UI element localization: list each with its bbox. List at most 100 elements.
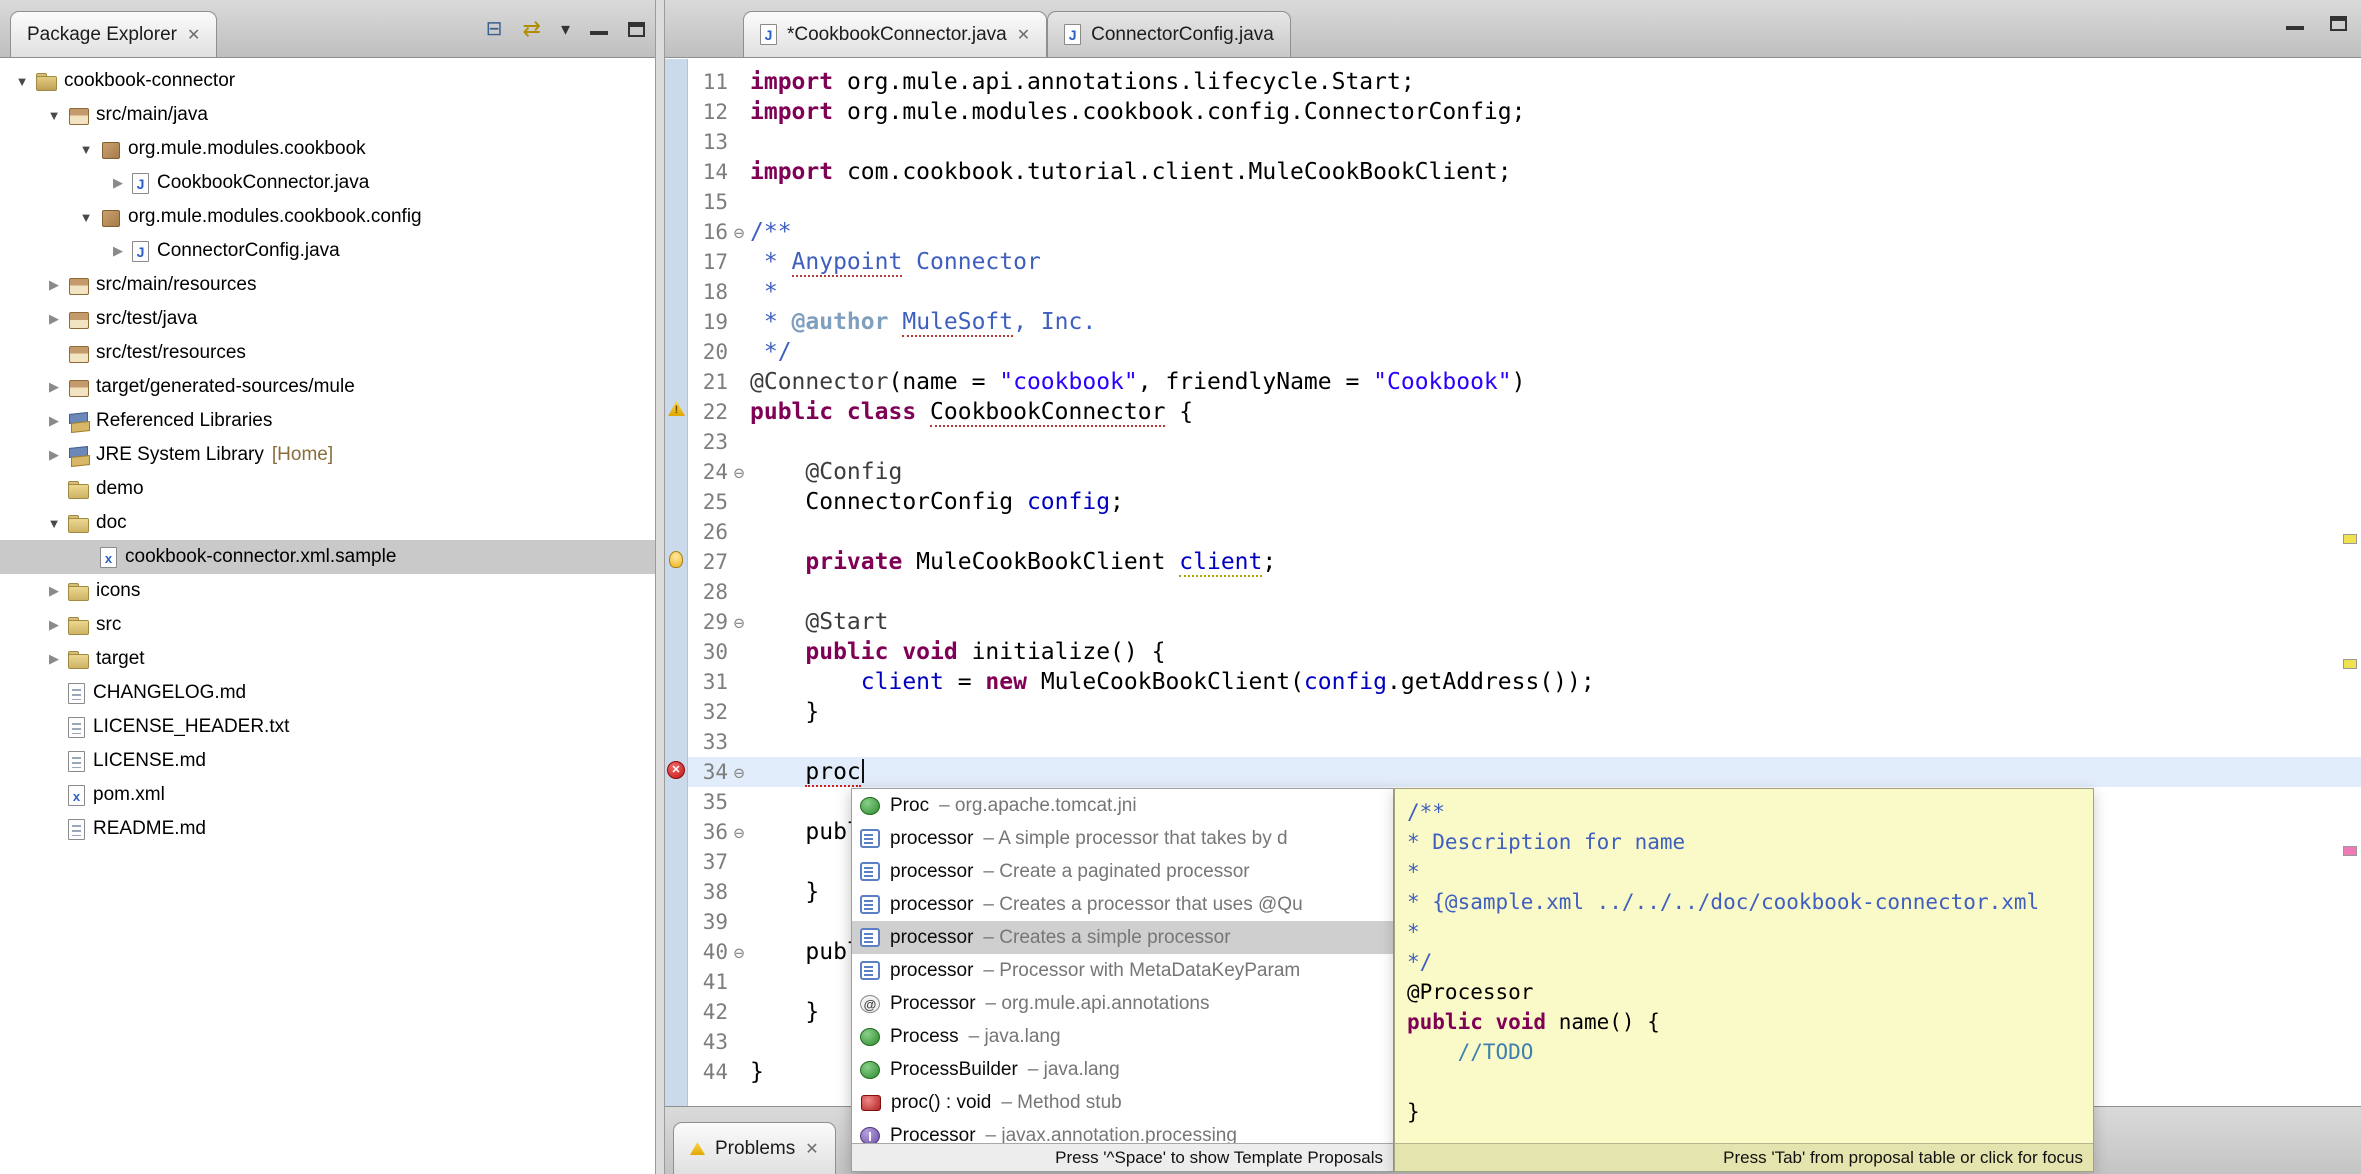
- tree-item[interactable]: demo: [0, 472, 655, 506]
- tree-item[interactable]: ▶src/test/java: [0, 302, 655, 336]
- code-line[interactable]: 15: [688, 187, 2361, 217]
- minimize-icon[interactable]: [590, 23, 608, 35]
- overview-warning-marker[interactable]: [2343, 534, 2357, 544]
- code-line[interactable]: 29⊖ @Start: [688, 607, 2361, 637]
- tree-item[interactable]: ▶JConnectorConfig.java: [0, 234, 655, 268]
- code-line[interactable]: 34⊖ proc: [688, 757, 2361, 787]
- expand-arrow-icon[interactable]: ▶: [42, 413, 66, 429]
- completion-item[interactable]: proc() : void – Method stub: [852, 1086, 1393, 1119]
- overview-warning-marker[interactable]: [2343, 659, 2357, 669]
- error-marker-icon[interactable]: ✕: [667, 761, 685, 779]
- code-line[interactable]: 22public class CookbookConnector {: [688, 397, 2361, 427]
- code-line[interactable]: 27 private MuleCookBookClient client;: [688, 547, 2361, 577]
- expand-arrow-icon[interactable]: ▶: [106, 243, 130, 259]
- tab-connectorconfig-java[interactable]: J ConnectorConfig.java: [1047, 11, 1291, 57]
- code-line[interactable]: 21@Connector(name = "cookbook", friendly…: [688, 367, 2361, 397]
- completion-item[interactable]: processor – Create a paginated processor: [852, 855, 1393, 888]
- code-line[interactable]: 23: [688, 427, 2361, 457]
- tab-problems[interactable]: Problems ✕: [673, 1122, 836, 1174]
- code-line[interactable]: 12import org.mule.modules.cookbook.confi…: [688, 97, 2361, 127]
- collapse-all-icon[interactable]: ⊟: [486, 12, 503, 46]
- code-line[interactable]: 16⊖/**: [688, 217, 2361, 247]
- tree-item[interactable]: ▼cookbook-connector: [0, 64, 655, 98]
- code-line[interactable]: 26: [688, 517, 2361, 547]
- expand-arrow-icon[interactable]: ▶: [42, 651, 66, 667]
- collapse-arrow-icon[interactable]: ▼: [74, 142, 98, 157]
- tree-item[interactable]: ▶target: [0, 642, 655, 676]
- fold-marker-icon[interactable]: ⊖: [728, 819, 750, 849]
- code-line[interactable]: 14import com.cookbook.tutorial.client.Mu…: [688, 157, 2361, 187]
- expand-arrow-icon[interactable]: ▶: [42, 447, 66, 463]
- code-line[interactable]: 20 */: [688, 337, 2361, 367]
- code-line[interactable]: 33: [688, 727, 2361, 757]
- code-line[interactable]: 18 *: [688, 277, 2361, 307]
- code-line[interactable]: 31 client = new MuleCookBookClient(confi…: [688, 667, 2361, 697]
- close-icon[interactable]: ✕: [1017, 25, 1030, 45]
- overview-task-marker[interactable]: [2343, 846, 2357, 856]
- maximize-icon[interactable]: [2330, 16, 2347, 31]
- completion-item[interactable]: IProcessor – javax.annotation.processing: [852, 1119, 1393, 1143]
- tree-item[interactable]: ▶src/main/resources: [0, 268, 655, 302]
- code-line[interactable]: 32 }: [688, 697, 2361, 727]
- completion-item[interactable]: processor – A simple processor that take…: [852, 822, 1393, 855]
- tree-item[interactable]: xpom.xml: [0, 778, 655, 812]
- tree-item[interactable]: ▶icons: [0, 574, 655, 608]
- link-with-editor-icon[interactable]: ⇄: [523, 12, 541, 46]
- collapse-arrow-icon[interactable]: ▼: [42, 108, 66, 123]
- tree-item[interactable]: LICENSE_HEADER.txt: [0, 710, 655, 744]
- collapse-arrow-icon[interactable]: ▼: [10, 74, 34, 89]
- fold-marker-icon[interactable]: ⊖: [728, 219, 750, 249]
- overview-ruler[interactable]: [2339, 59, 2361, 1106]
- code-line[interactable]: 11import org.mule.api.annotations.lifecy…: [688, 67, 2361, 97]
- completion-item[interactable]: Process – java.lang: [852, 1020, 1393, 1053]
- tab-package-explorer[interactable]: Package Explorer ✕: [10, 11, 217, 57]
- tree-item[interactable]: CHANGELOG.md: [0, 676, 655, 710]
- tree-item[interactable]: ▼doc: [0, 506, 655, 540]
- tree-item[interactable]: ▶JRE System Library[Home]: [0, 438, 655, 472]
- code-line[interactable]: 19 * @author MuleSoft, Inc.: [688, 307, 2361, 337]
- completion-item[interactable]: ProcessBuilder – java.lang: [852, 1053, 1393, 1086]
- tree-item[interactable]: ▶Referenced Libraries: [0, 404, 655, 438]
- tree-item[interactable]: ▼src/main/java: [0, 98, 655, 132]
- tree-item[interactable]: ▶target/generated-sources/mule: [0, 370, 655, 404]
- fold-marker-icon[interactable]: ⊖: [728, 459, 750, 489]
- collapse-arrow-icon[interactable]: ▼: [42, 516, 66, 531]
- code-line[interactable]: 28: [688, 577, 2361, 607]
- completion-item[interactable]: processor – Processor with MetaDataKeyPa…: [852, 954, 1393, 987]
- expand-arrow-icon[interactable]: ▶: [42, 277, 66, 293]
- tab-cookbookconnector-java[interactable]: J *CookbookConnector.java ✕: [743, 11, 1047, 57]
- completion-item[interactable]: @Processor – org.mule.api.annotations: [852, 987, 1393, 1020]
- completion-item[interactable]: processor – Creates a processor that use…: [852, 888, 1393, 921]
- code-line[interactable]: 30 public void initialize() {: [688, 637, 2361, 667]
- tree-item[interactable]: README.md: [0, 812, 655, 846]
- maximize-icon[interactable]: [628, 22, 645, 37]
- completion-item[interactable]: Proc – org.apache.tomcat.jni: [852, 789, 1393, 822]
- tree-item[interactable]: ▶src: [0, 608, 655, 642]
- completion-item[interactable]: processor – Creates a simple processor: [852, 921, 1393, 954]
- warning-marker-icon[interactable]: !: [668, 401, 685, 416]
- fold-marker-icon[interactable]: ⊖: [728, 609, 750, 639]
- fold-marker-icon[interactable]: ⊖: [728, 759, 750, 789]
- close-icon[interactable]: ✕: [805, 1139, 818, 1159]
- minimize-icon[interactable]: [2286, 18, 2304, 30]
- view-menu-icon[interactable]: ▾: [561, 12, 570, 46]
- tree-item[interactable]: LICENSE.md: [0, 744, 655, 778]
- expand-arrow-icon[interactable]: ▶: [42, 311, 66, 327]
- tree-item[interactable]: ▼org.mule.modules.cookbook.config: [0, 200, 655, 234]
- annotation-ruler[interactable]: !✕: [665, 59, 688, 1106]
- tree-item[interactable]: ▶JCookbookConnector.java: [0, 166, 655, 200]
- bulb-marker-icon[interactable]: [669, 551, 683, 568]
- code-line[interactable]: 17 * Anypoint Connector: [688, 247, 2361, 277]
- completion-list[interactable]: Proc – org.apache.tomcat.jniprocessor – …: [852, 789, 1393, 1143]
- expand-arrow-icon[interactable]: ▶: [106, 175, 130, 191]
- expand-arrow-icon[interactable]: ▶: [42, 379, 66, 395]
- expand-arrow-icon[interactable]: ▶: [42, 617, 66, 633]
- fold-marker-icon[interactable]: ⊖: [728, 939, 750, 969]
- code-line[interactable]: 13: [688, 127, 2361, 157]
- close-icon[interactable]: ✕: [187, 25, 200, 45]
- expand-arrow-icon[interactable]: ▶: [42, 583, 66, 599]
- tree-item[interactable]: ▼org.mule.modules.cookbook: [0, 132, 655, 166]
- tree-item[interactable]: src/test/resources: [0, 336, 655, 370]
- code-line[interactable]: 25 ConnectorConfig config;: [688, 487, 2361, 517]
- collapse-arrow-icon[interactable]: ▼: [74, 210, 98, 225]
